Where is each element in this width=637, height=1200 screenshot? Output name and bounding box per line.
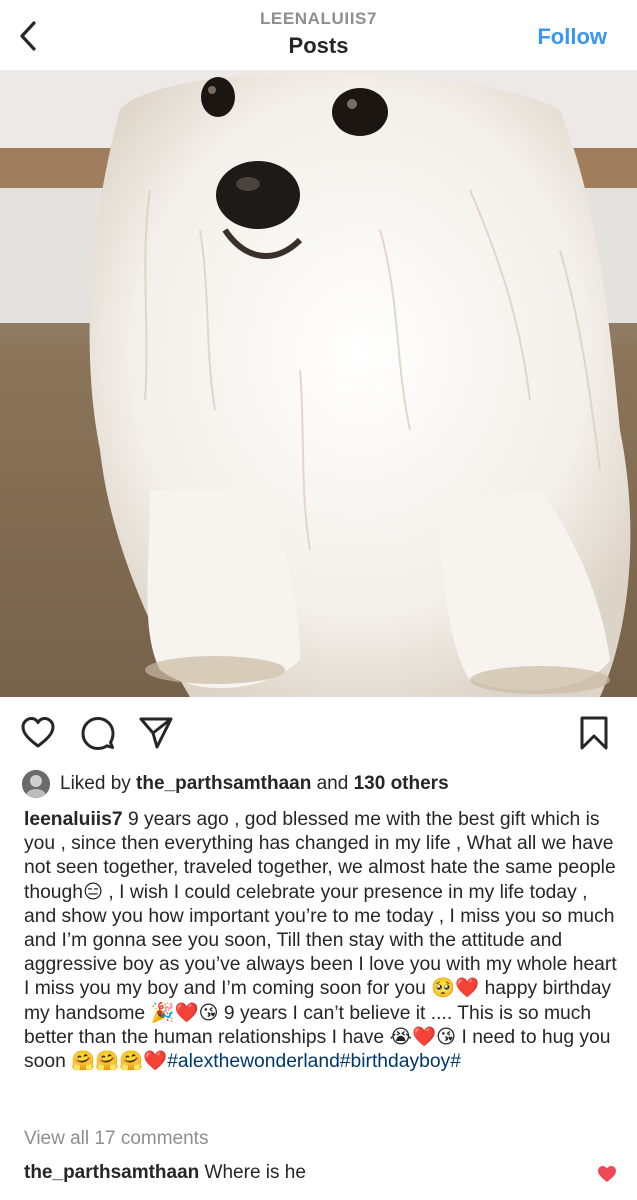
heart-outline-icon xyxy=(21,717,55,748)
caption-username[interactable]: leenaluiis7 xyxy=(24,809,123,830)
share-button[interactable] xyxy=(138,715,174,751)
paper-plane-icon xyxy=(139,717,173,749)
liker-avatar[interactable] xyxy=(22,770,50,798)
comment-username[interactable]: the_parthsamthaan xyxy=(24,1162,199,1183)
like-button[interactable] xyxy=(20,715,56,751)
likes-middle: and xyxy=(311,773,354,794)
comment-text: Where is he xyxy=(199,1162,306,1183)
save-button[interactable] xyxy=(576,715,612,751)
dog-photo xyxy=(0,70,637,697)
comment-button[interactable] xyxy=(80,715,116,751)
comment-like-button[interactable] xyxy=(597,1164,617,1184)
view-all-comments-link[interactable]: View all 17 comments xyxy=(24,1128,208,1150)
post-actions xyxy=(0,697,637,772)
heart-filled-icon xyxy=(598,1166,616,1182)
comment-row: the_parthsamthaan Where is he xyxy=(24,1162,306,1184)
caption-hashtags[interactable]: #alexthewonderland#birthdayboy# xyxy=(167,1051,461,1072)
likes-prefix: Liked by xyxy=(60,773,137,794)
liker-username[interactable]: the_parthsamthaan xyxy=(136,773,311,794)
post-image[interactable] xyxy=(0,70,637,697)
caption-text: 9 years ago , god blessed me with the be… xyxy=(24,809,617,1073)
follow-button[interactable]: Follow xyxy=(537,24,607,50)
likes-count[interactable]: 130 others xyxy=(354,773,449,794)
comment-bubble-icon xyxy=(81,717,115,750)
bookmark-icon xyxy=(580,716,608,750)
post-caption: leenaluiis7 9 years ago , god blessed me… xyxy=(24,808,618,1074)
top-bar: LEENALUIIS7 Posts Follow xyxy=(0,0,637,70)
